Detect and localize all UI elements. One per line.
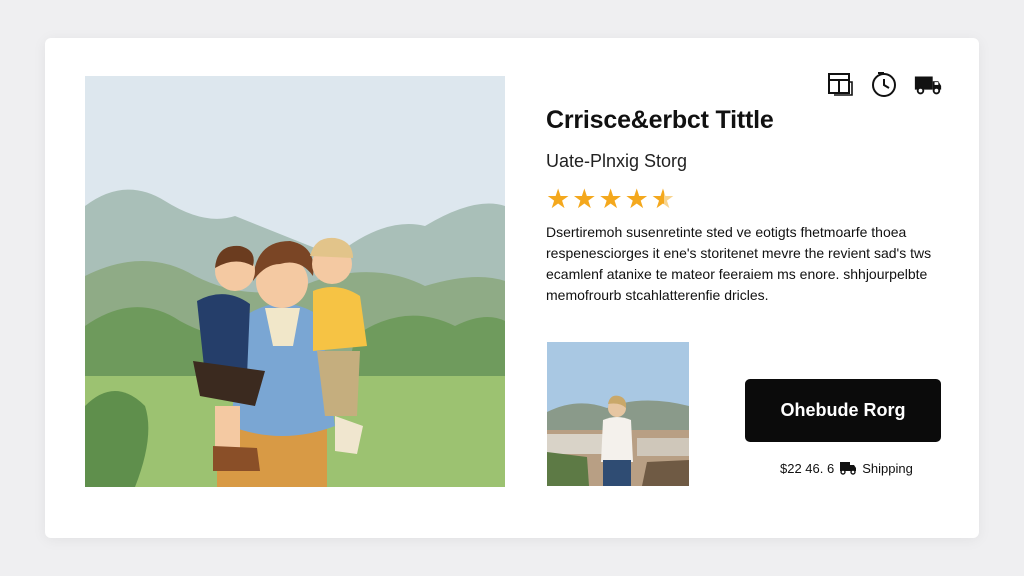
book-icon[interactable] bbox=[825, 70, 855, 98]
hero-illustration bbox=[85, 76, 505, 487]
delivery-truck-icon[interactable] bbox=[913, 70, 943, 98]
order-button[interactable]: Ohebude Rorg bbox=[745, 379, 941, 442]
star-icon: ★ bbox=[598, 184, 623, 214]
half-star-icon: ★ bbox=[650, 184, 676, 214]
shipping-price: $22 46. 6 bbox=[780, 461, 835, 476]
product-description: Dsertiremoh susenretinte sted ve eotigts… bbox=[546, 224, 932, 303]
clock-icon[interactable] bbox=[869, 70, 899, 98]
product-title: Crrisce&erbct Tittle bbox=[546, 106, 774, 134]
shipping-truck-icon bbox=[839, 459, 857, 478]
product-subtitle: Uate-Plnxig Storg bbox=[546, 151, 688, 171]
product-thumbnail[interactable] bbox=[547, 342, 689, 486]
product-card: Crrisce&erbct Tittle Uate-Plnxig Storg ★… bbox=[45, 38, 979, 538]
shipping-label: Shipping bbox=[862, 461, 913, 476]
shipping-info: $22 46. 6 Shipping bbox=[780, 459, 913, 478]
star-rating: ★ ★ ★ ★ ★ bbox=[546, 186, 675, 213]
star-icon: ★ bbox=[572, 184, 597, 214]
star-icon: ★ bbox=[624, 184, 649, 214]
star-icon: ★ bbox=[546, 184, 571, 214]
header-icons bbox=[825, 70, 945, 98]
